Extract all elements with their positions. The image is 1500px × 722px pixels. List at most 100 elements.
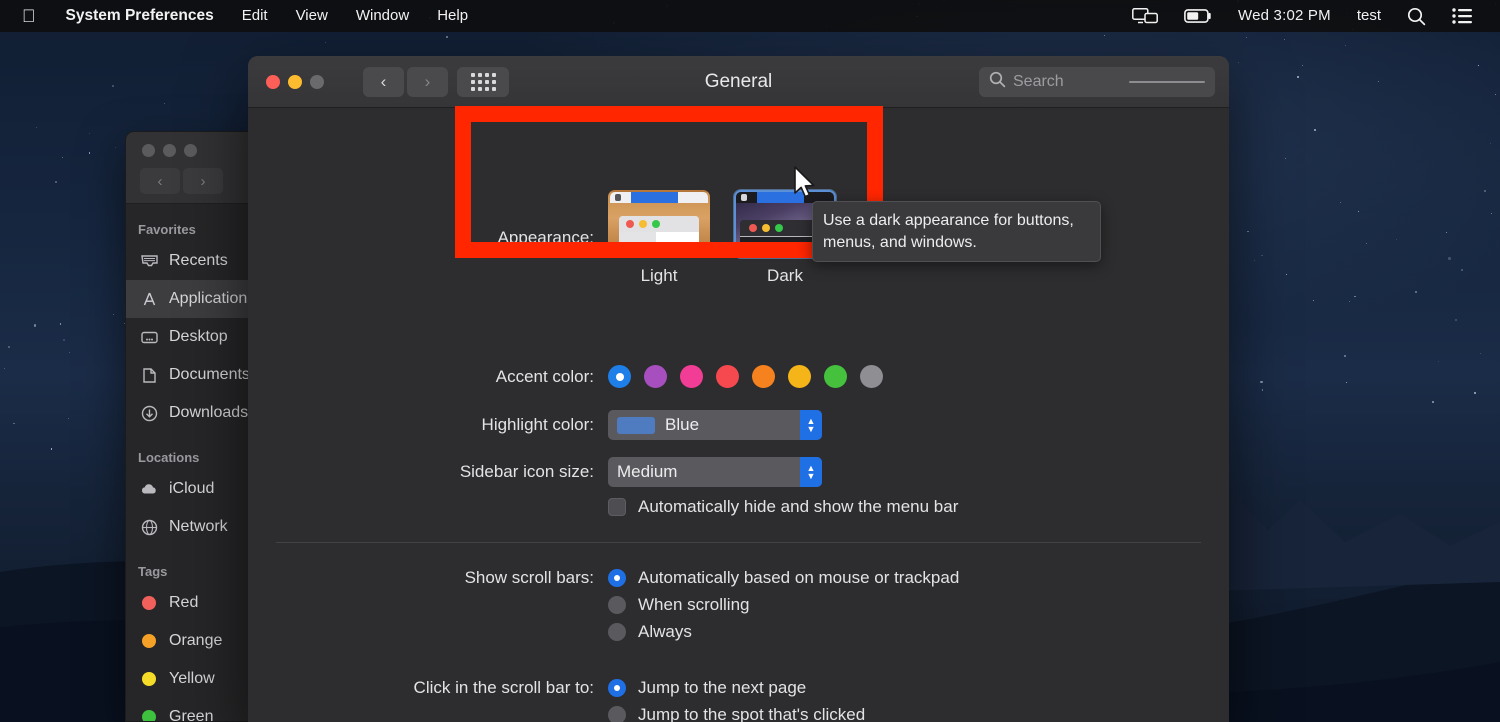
light-appearance-thumbnail[interactable] — [608, 190, 710, 258]
downloads-icon — [138, 402, 160, 424]
menu-item-edit[interactable]: Edit — [228, 0, 282, 32]
highlight-color-value: Blue — [665, 415, 700, 434]
click-scroll-bar-row: Click in the scroll bar to: Jump to the … — [248, 678, 1229, 722]
screen-mirroring-icon[interactable] — [1119, 7, 1171, 25]
documents-icon — [138, 364, 160, 386]
sidebar-item-label: Yellow — [169, 670, 215, 687]
radio-button[interactable] — [608, 679, 626, 697]
checkbox-box[interactable] — [608, 498, 626, 516]
finder-minimize-button[interactable] — [163, 144, 176, 157]
menu-item-help[interactable]: Help — [423, 0, 482, 32]
finder-nav-buttons: ‹ › — [140, 168, 223, 194]
menu-bar-status-items: Wed 3:02 PM test — [1119, 0, 1500, 32]
back-button[interactable]: ‹ — [363, 66, 404, 97]
search-placeholder: Search — [1013, 72, 1064, 90]
apple-logo-icon[interactable]:  — [0, 0, 52, 32]
radio-always[interactable]: Always — [608, 622, 1229, 642]
menu-item-view[interactable]: View — [282, 0, 342, 32]
light-appearance-label: Light — [640, 266, 678, 285]
battery-icon[interactable] — [1171, 9, 1225, 23]
highlight-color-row: Highlight color: Blue ▲ ▼ — [248, 410, 1229, 440]
search-divider — [1129, 80, 1205, 83]
tag-dot-icon — [138, 706, 160, 721]
sidebar-item-label: Desktop — [169, 328, 228, 345]
highlight-color-chip — [617, 416, 655, 434]
autohide-menubar-row: Automatically hide and show the menu bar — [608, 497, 958, 517]
sidebar-icon-size-select[interactable]: Medium ▲ ▼ — [608, 457, 822, 487]
accent-color-row: Accent color: — [248, 365, 1229, 388]
show-all-icon[interactable] — [457, 66, 509, 97]
desktop-icon — [138, 326, 160, 348]
tag-dot-icon — [138, 592, 160, 614]
menu-bar-clock[interactable]: Wed 3:02 PM — [1225, 0, 1344, 32]
radio-jump-next-page[interactable]: Jump to the next page — [608, 678, 1229, 698]
autohide-menubar-checkbox[interactable]: Automatically hide and show the menu bar — [608, 497, 958, 517]
finder-zoom-button[interactable] — [184, 144, 197, 157]
radio-button[interactable] — [608, 569, 626, 587]
radio-button[interactable] — [608, 596, 626, 614]
menu-item-window[interactable]: Window — [342, 0, 423, 32]
sidebar-item-label: Red — [169, 594, 199, 611]
arrow-cursor — [793, 166, 819, 207]
show-scroll-bars-row: Show scroll bars: Automatically based on… — [248, 568, 1229, 642]
finder-back-button[interactable]: ‹ — [140, 168, 180, 194]
chevron-updown-icon[interactable]: ▲ ▼ — [800, 457, 822, 487]
search-input[interactable]: Search — [979, 66, 1215, 97]
menu-bar-app-menus:  System Preferences Edit View Window He… — [0, 0, 482, 32]
sidebar-item-label: Green — [169, 708, 214, 722]
click-scroll-bar-options: Jump to the next page Jump to the spot t… — [608, 678, 1229, 722]
icloud-icon — [138, 478, 160, 500]
traffic-lights — [266, 74, 324, 89]
menu-item-system-preferences[interactable]: System Preferences — [52, 0, 228, 32]
accent-swatch-blue[interactable] — [608, 365, 631, 388]
radio-label: When scrolling — [638, 595, 750, 614]
click-scroll-bar-label: Click in the scroll bar to: — [413, 678, 594, 697]
radio-button[interactable] — [608, 623, 626, 641]
nav-buttons: ‹ › — [363, 66, 448, 97]
autohide-menubar-label: Automatically hide and show the menu bar — [638, 497, 959, 516]
accent-color-swatches — [608, 365, 1229, 388]
menu-bar-user[interactable]: test — [1344, 0, 1394, 32]
menu-bar:  System Preferences Edit View Window He… — [0, 0, 1500, 32]
accent-swatch-green[interactable] — [824, 365, 847, 388]
close-button[interactable] — [266, 74, 280, 89]
radio-when-scrolling[interactable]: When scrolling — [608, 595, 1229, 615]
sidebar-icon-size-row: Sidebar icon size: Medium ▲ ▼ — [248, 457, 1229, 487]
system-preferences-titlebar[interactable]: ‹ › General Search — [248, 56, 1229, 108]
finder-forward-button[interactable]: › — [183, 168, 223, 194]
appearance-option-light[interactable]: Light — [608, 190, 710, 286]
accent-swatch-orange[interactable] — [752, 365, 775, 388]
forward-button[interactable]: › — [407, 66, 448, 97]
accent-swatch-purple[interactable] — [644, 365, 667, 388]
radio-jump-to-spot[interactable]: Jump to the spot that's clicked — [608, 705, 1229, 722]
dark-appearance-label: Dark — [767, 266, 803, 285]
radio-automatically-based-on-mouse[interactable]: Automatically based on mouse or trackpad — [608, 568, 1229, 588]
tag-dot-icon — [138, 630, 160, 652]
sidebar-item-label: Network — [169, 518, 228, 535]
appearance-label: Appearance: — [497, 228, 594, 247]
accent-color-label: Accent color: — [495, 366, 594, 386]
sidebar-item-label: Applications — [169, 290, 256, 307]
sidebar-item-label: iCloud — [169, 480, 215, 497]
sidebar-item-label: Orange — [169, 632, 223, 649]
finder-close-button[interactable] — [142, 144, 155, 157]
chevron-updown-icon[interactable]: ▲ ▼ — [800, 410, 822, 440]
tag-dot-icon — [138, 668, 160, 690]
network-icon — [138, 516, 160, 538]
accent-swatch-pink[interactable] — [680, 365, 703, 388]
radio-label: Automatically based on mouse or trackpad — [638, 568, 960, 587]
minimize-button[interactable] — [288, 74, 302, 89]
grid-dots — [470, 72, 496, 91]
radio-button[interactable] — [608, 706, 626, 722]
highlight-color-select[interactable]: Blue ▲ ▼ — [608, 410, 822, 440]
spotlight-search-icon[interactable] — [1394, 7, 1439, 26]
accent-swatch-red[interactable] — [716, 365, 739, 388]
control-center-icon[interactable] — [1439, 8, 1486, 24]
accent-swatch-yellow[interactable] — [788, 365, 811, 388]
sidebar-icon-size-value: Medium — [617, 462, 678, 481]
system-preferences-window[interactable]: ‹ › General Search Appearance: Light Dar… — [248, 56, 1229, 722]
zoom-button[interactable] — [310, 74, 324, 89]
accent-swatch-graphite[interactable] — [860, 365, 883, 388]
radio-label: Always — [638, 622, 692, 641]
radio-label: Jump to the spot that's clicked — [638, 705, 866, 722]
